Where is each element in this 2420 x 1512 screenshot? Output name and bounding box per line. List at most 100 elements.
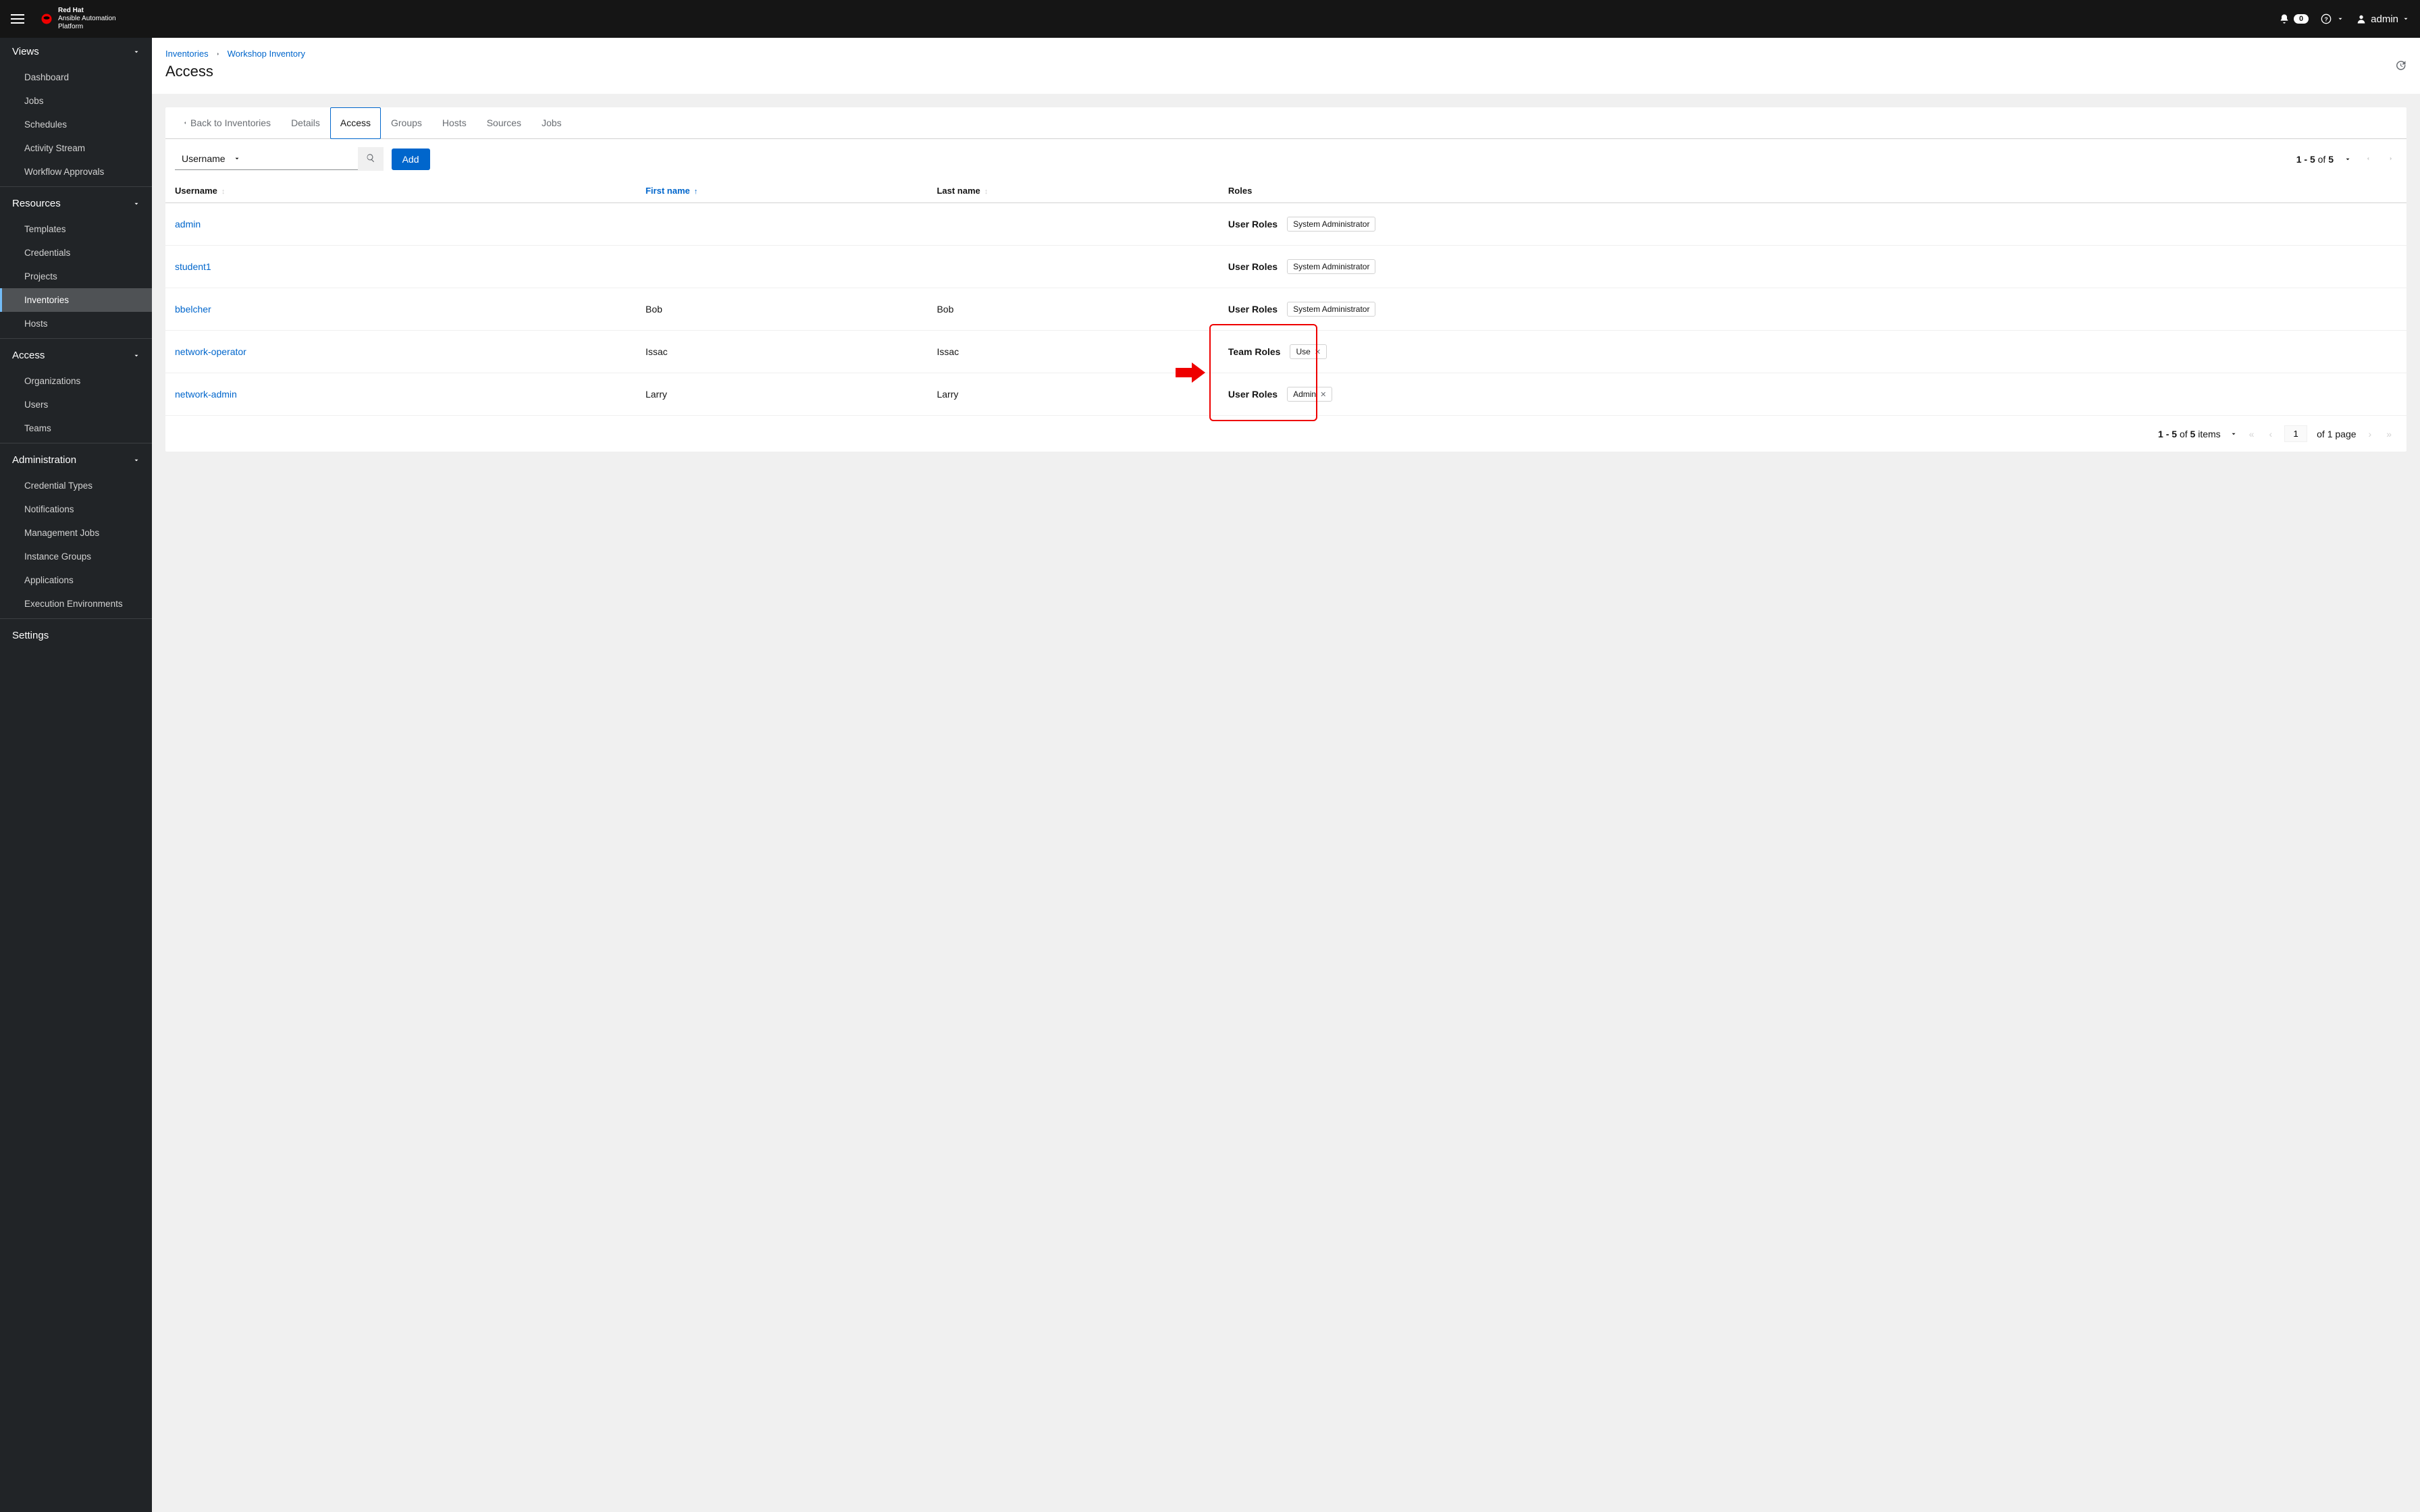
pager-next[interactable]: › [2366, 426, 2375, 442]
nav-section-settings[interactable]: Settings [0, 622, 152, 649]
username-link[interactable]: network-admin [175, 389, 237, 400]
brand-text: Red Hat Ansible Automation Platform [58, 7, 116, 31]
sidebar-item-workflow-approvals[interactable]: Workflow Approvals [0, 160, 152, 184]
role-group-label: User Roles [1228, 219, 1278, 230]
sidebar-item-credential-types[interactable]: Credential Types [0, 474, 152, 497]
col-roles: Roles [1219, 179, 2406, 203]
chevron-down-icon [133, 49, 140, 55]
access-card: Back to Inventories DetailsAccessGroupsH… [165, 107, 2406, 452]
notification-count-badge: 0 [2294, 14, 2309, 24]
col-username[interactable]: Username↕ [165, 179, 636, 203]
role-chip: Use✕ [1290, 344, 1327, 359]
tab-groups[interactable]: Groups [381, 107, 432, 138]
help-menu[interactable]: ? [2321, 14, 2344, 24]
col-last-name[interactable]: Last name↕ [927, 179, 1218, 203]
sidebar-item-credentials[interactable]: Credentials [0, 241, 152, 265]
toolbar: Username Add 1 - 5 of 5 [165, 139, 2406, 179]
sidebar-item-dashboard[interactable]: Dashboard [0, 65, 152, 89]
remove-role-button[interactable]: ✕ [1320, 390, 1326, 399]
last-name-cell [927, 246, 1218, 288]
sidebar-item-inventories[interactable]: Inventories [0, 288, 152, 312]
sidebar-item-hosts[interactable]: Hosts [0, 312, 152, 335]
col-first-name[interactable]: First name↑ [636, 179, 927, 203]
tab-access[interactable]: Access [330, 107, 381, 139]
tab-hosts[interactable]: Hosts [432, 107, 477, 138]
role-chip: Admin✕ [1287, 387, 1332, 402]
role-group-label: User Roles [1228, 389, 1278, 400]
sidebar-item-activity-stream[interactable]: Activity Stream [0, 136, 152, 160]
main-content: Inventories Workshop Inventory Access Ba… [152, 38, 2420, 1512]
caret-down-icon [2337, 16, 2344, 22]
caret-left-icon [182, 119, 188, 126]
pager-first[interactable]: « [2246, 426, 2257, 442]
bell-icon [2279, 14, 2290, 24]
topbar: Red Hat Ansible Automation Platform 0 ? … [0, 0, 2420, 38]
page-title: Access [165, 63, 2406, 80]
role-group-label: User Roles [1228, 261, 1278, 272]
tab-details[interactable]: Details [281, 107, 330, 138]
username-link[interactable]: admin [175, 219, 201, 230]
role-chip: System Administrator [1287, 302, 1375, 317]
sidebar-item-projects[interactable]: Projects [0, 265, 152, 288]
first-name-cell: Larry [636, 373, 927, 416]
roles-cell: Team Roles Use✕ [1219, 331, 2406, 373]
first-name-cell: Bob [636, 288, 927, 331]
table-row: student1User RolesSystem Administrator [165, 246, 2406, 288]
sidebar-item-instance-groups[interactable]: Instance Groups [0, 545, 152, 568]
pager-prev[interactable]: ‹ [2266, 426, 2275, 442]
sidebar-item-teams[interactable]: Teams [0, 416, 152, 440]
filter-field-select[interactable]: Username [175, 148, 259, 170]
nav-section-resources[interactable]: Resources [0, 190, 152, 217]
nav-section-views[interactable]: Views [0, 38, 152, 65]
question-icon: ? [2321, 14, 2332, 24]
last-name-cell: Issac [927, 331, 1218, 373]
sidebar-item-users[interactable]: Users [0, 393, 152, 416]
page-of-label: of 1 page [2317, 429, 2356, 439]
breadcrumb-workshop-inventory[interactable]: Workshop Inventory [228, 49, 305, 59]
sidebar-item-management-jobs[interactable]: Management Jobs [0, 521, 152, 545]
hamburger-menu-button[interactable] [11, 11, 27, 27]
nav-section-administration[interactable]: Administration [0, 446, 152, 474]
user-menu[interactable]: admin [2356, 14, 2409, 25]
add-button[interactable]: Add [392, 148, 430, 170]
sidebar-item-applications[interactable]: Applications [0, 568, 152, 592]
username-link[interactable]: bbelcher [175, 304, 211, 315]
table-row: bbelcherBobBobUser RolesSystem Administr… [165, 288, 2406, 331]
caret-down-icon [2402, 16, 2409, 22]
chevron-down-icon [133, 457, 140, 464]
sidebar-item-organizations[interactable]: Organizations [0, 369, 152, 393]
current-user-label: admin [2371, 14, 2398, 25]
first-name-cell [636, 246, 927, 288]
search-button[interactable] [358, 147, 384, 171]
bottom-pagination: 1 - 5 of 5 items « ‹ of 1 page › » [165, 416, 2406, 452]
chevron-down-icon [133, 200, 140, 207]
username-link[interactable]: network-operator [175, 346, 246, 357]
tab-jobs[interactable]: Jobs [531, 107, 572, 138]
page-number-input[interactable] [2284, 425, 2307, 442]
role-group-label: Team Roles [1228, 346, 1281, 357]
sidebar-item-schedules[interactable]: Schedules [0, 113, 152, 136]
bottom-range: 1 - 5 of 5 items [2158, 429, 2221, 439]
sidebar-item-notifications[interactable]: Notifications [0, 497, 152, 521]
breadcrumb-inventories[interactable]: Inventories [165, 49, 209, 59]
nav-section-access[interactable]: Access [0, 342, 152, 369]
caret-down-icon[interactable] [2344, 156, 2351, 163]
sidebar-item-jobs[interactable]: Jobs [0, 89, 152, 113]
tab-sources[interactable]: Sources [477, 107, 531, 138]
username-link[interactable]: student1 [175, 261, 211, 272]
sidebar-item-templates[interactable]: Templates [0, 217, 152, 241]
pager-prev[interactable] [2362, 151, 2374, 167]
search-input[interactable] [259, 148, 358, 170]
last-name-cell: Bob [927, 288, 1218, 331]
pager-next[interactable] [2385, 151, 2397, 167]
history-icon[interactable] [2394, 59, 2406, 72]
remove-role-button[interactable]: ✕ [1315, 348, 1321, 356]
caret-down-icon[interactable] [2230, 431, 2237, 437]
pager-last[interactable]: » [2384, 426, 2394, 442]
notifications-button[interactable]: 0 [2279, 14, 2309, 24]
tab-back-to-inventories[interactable]: Back to Inventories [172, 107, 281, 138]
search-icon [366, 153, 375, 163]
svg-text:?: ? [2324, 16, 2327, 22]
sidebar-item-execution-environments[interactable]: Execution Environments [0, 592, 152, 616]
toolbar-pagination: 1 - 5 of 5 [2296, 151, 2397, 167]
